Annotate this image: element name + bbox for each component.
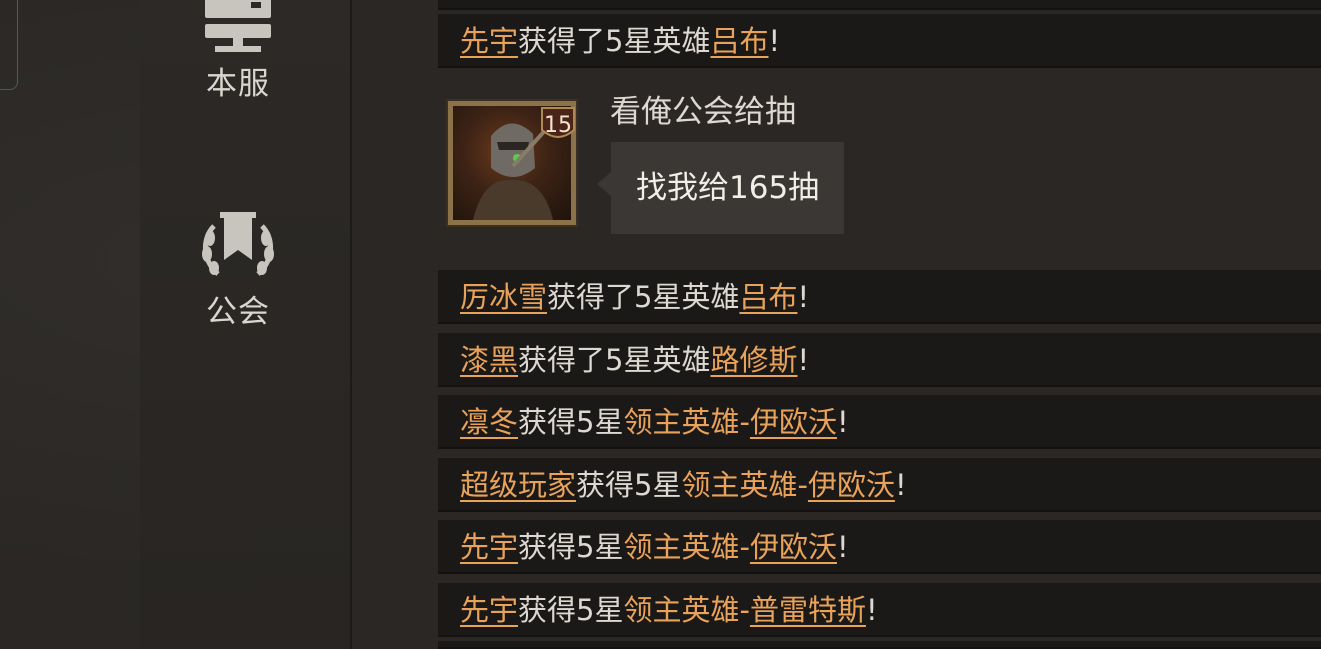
system-message-row-partial [438, 0, 1321, 10]
channel-tab-server[interactable]: 本服 [188, 0, 288, 103]
hero-name-link[interactable]: 伊欧沃 [808, 468, 895, 502]
system-message-end: ! [797, 343, 810, 377]
channel-tab-server-label: 本服 [206, 66, 270, 102]
system-message-end: ! [768, 24, 781, 58]
player-name-link[interactable]: 超级玩家 [460, 468, 576, 502]
player-name-link[interactable]: 厉冰雪 [460, 280, 547, 314]
system-message-verb: 获得了5星英雄 [518, 24, 711, 58]
system-message-row-partial [438, 641, 1321, 649]
player-name-link[interactable]: 凛冬 [460, 405, 518, 439]
player-name-link[interactable]: 先宇 [460, 593, 518, 627]
system-message-end: ! [865, 593, 878, 627]
system-message-verb: 获得了5星英雄 [547, 280, 740, 314]
hero-name-link[interactable]: 吕布 [739, 280, 797, 314]
hero-rank-label: 领主英雄- [623, 593, 750, 627]
player-level: 15 [544, 113, 572, 138]
system-message-end: ! [797, 280, 810, 314]
player-name-link[interactable]: 漆黑 [460, 343, 518, 377]
player-name-link[interactable]: 先宇 [460, 24, 518, 58]
channel-tab-guild-label: 公会 [206, 294, 270, 330]
system-message-row: 厉冰雪获得了5星英雄吕布! [438, 270, 1321, 324]
player-name-link[interactable]: 先宇 [460, 530, 518, 564]
message-bubble-tail [597, 172, 611, 196]
guild-laurel-icon [202, 212, 274, 276]
system-message-verb: 获得5星 [518, 593, 624, 627]
hero-name-link[interactable]: 路修斯 [710, 343, 797, 377]
system-message-row: 超级玩家获得5星领主英雄-伊欧沃! [438, 458, 1321, 512]
system-message-row: 漆黑获得了5星英雄路修斯! [438, 333, 1321, 387]
panel-edge-frame [0, 0, 18, 90]
system-message-end: ! [836, 405, 849, 439]
hero-name-link[interactable]: 普雷特斯 [750, 593, 866, 627]
server-icon [205, 0, 271, 52]
system-message-row: 凛冬获得5星领主英雄-伊欧沃! [438, 395, 1321, 449]
channel-tab-guild[interactable]: 公会 [188, 212, 288, 331]
system-message-verb: 获得5星 [518, 530, 624, 564]
hero-name-link[interactable]: 吕布 [710, 24, 768, 58]
message-bubble[interactable]: 找我给165抽 [611, 142, 845, 234]
player-level-badge: 15 [540, 106, 576, 146]
system-message-verb: 获得了5星英雄 [518, 343, 711, 377]
game-chat-screen: 本服 公会 先宇获得了5星英雄吕布! 15 看俺公会给抽 找我给165抽 厉冰雪… [0, 0, 1321, 649]
system-message-verb: 获得5星 [576, 468, 682, 502]
system-message-row: 先宇获得了5星英雄吕布! [438, 14, 1321, 68]
system-message-verb: 获得5星 [518, 405, 624, 439]
system-message-end: ! [894, 468, 907, 502]
hero-rank-label: 领主英雄- [681, 468, 808, 502]
chat-message-list[interactable]: 先宇获得了5星英雄吕布! 15 看俺公会给抽 找我给165抽 厉冰雪获得了5星英… [352, 0, 1321, 649]
system-message-row: 先宇获得5星领主英雄-普雷特斯! [438, 583, 1321, 637]
system-message-row: 先宇获得5星领主英雄-伊欧沃! [438, 520, 1321, 574]
chat-channel-sidebar: 本服 公会 [140, 0, 352, 649]
hero-rank-label: 领主英雄- [623, 405, 750, 439]
hero-name-link[interactable]: 伊欧沃 [750, 405, 837, 439]
hero-rank-label: 领主英雄- [623, 530, 750, 564]
sender-name[interactable]: 看俺公会给抽 [610, 92, 796, 132]
system-message-end: ! [836, 530, 849, 564]
hero-name-link[interactable]: 伊欧沃 [750, 530, 837, 564]
